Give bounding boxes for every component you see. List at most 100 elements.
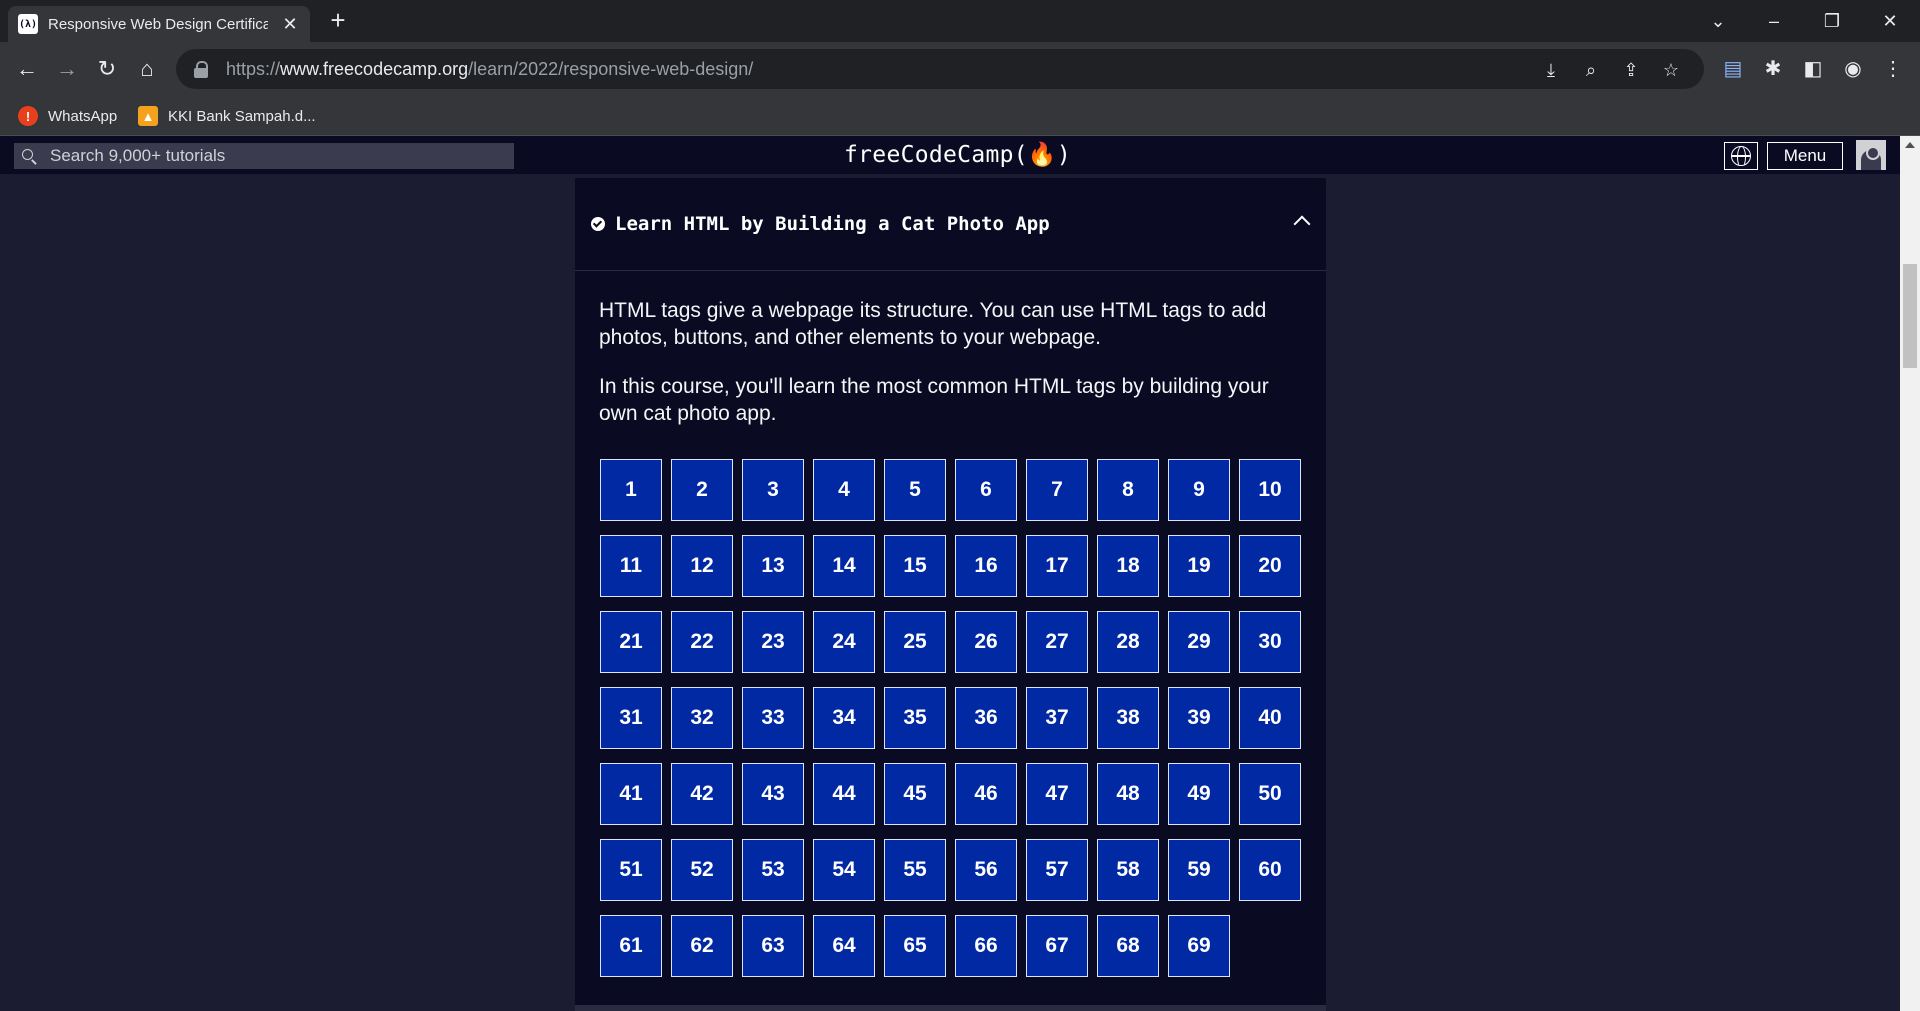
step-button[interactable]: 41: [600, 763, 662, 825]
step-button[interactable]: 24: [813, 611, 875, 673]
step-button[interactable]: 26: [955, 611, 1017, 673]
step-button[interactable]: 12: [671, 535, 733, 597]
step-button[interactable]: 36: [955, 687, 1017, 749]
step-button[interactable]: 9: [1168, 459, 1230, 521]
step-button[interactable]: 65: [884, 915, 946, 977]
scroll-up-arrow-icon[interactable]: [1905, 142, 1915, 148]
step-button[interactable]: 56: [955, 839, 1017, 901]
step-button[interactable]: 20: [1239, 535, 1301, 597]
bookmark-star-icon[interactable]: ☆: [1660, 59, 1682, 81]
chevron-up-icon[interactable]: [1293, 215, 1311, 233]
home-icon[interactable]: ⌂: [132, 54, 162, 84]
step-button[interactable]: 28: [1097, 611, 1159, 673]
step-button[interactable]: 60: [1239, 839, 1301, 901]
step-button[interactable]: 2: [671, 459, 733, 521]
side-panel-icon[interactable]: ◧: [1800, 56, 1826, 82]
step-button[interactable]: 14: [813, 535, 875, 597]
step-button[interactable]: 59: [1168, 839, 1230, 901]
step-button[interactable]: 45: [884, 763, 946, 825]
document-extension-icon[interactable]: ▤: [1720, 56, 1746, 82]
step-button[interactable]: 35: [884, 687, 946, 749]
step-button[interactable]: 52: [671, 839, 733, 901]
restore-icon[interactable]: ❐: [1808, 4, 1856, 38]
step-button[interactable]: 21: [600, 611, 662, 673]
step-button[interactable]: 34: [813, 687, 875, 749]
step-button[interactable]: 7: [1026, 459, 1088, 521]
step-button[interactable]: 19: [1168, 535, 1230, 597]
page-scrollbar[interactable]: [1900, 136, 1920, 1011]
step-button[interactable]: 32: [671, 687, 733, 749]
step-button[interactable]: 44: [813, 763, 875, 825]
language-button[interactable]: [1724, 142, 1758, 170]
bookmark-kki-bank-sampah[interactable]: ▲ KKI Bank Sampah.d...: [138, 105, 316, 127]
bookmark-whatsapp[interactable]: ! WhatsApp: [18, 105, 117, 127]
profile-avatar-icon[interactable]: ◉: [1840, 56, 1866, 82]
step-button[interactable]: 46: [955, 763, 1017, 825]
tab-search-chevron-icon[interactable]: ⌄: [1694, 4, 1742, 38]
step-button[interactable]: 3: [742, 459, 804, 521]
step-button[interactable]: 13: [742, 535, 804, 597]
step-button[interactable]: 22: [671, 611, 733, 673]
install-app-icon[interactable]: ⤓: [1540, 59, 1562, 81]
reload-icon[interactable]: ↻: [92, 54, 122, 84]
step-button[interactable]: 10: [1239, 459, 1301, 521]
step-button[interactable]: 42: [671, 763, 733, 825]
step-button[interactable]: 58: [1097, 839, 1159, 901]
step-button[interactable]: 27: [1026, 611, 1088, 673]
step-button[interactable]: 61: [600, 915, 662, 977]
step-button[interactable]: 11: [600, 535, 662, 597]
user-avatar[interactable]: [1856, 140, 1886, 170]
step-button[interactable]: 68: [1097, 915, 1159, 977]
step-button[interactable]: 55: [884, 839, 946, 901]
step-button[interactable]: 6: [955, 459, 1017, 521]
step-button[interactable]: 50: [1239, 763, 1301, 825]
step-button[interactable]: 33: [742, 687, 804, 749]
step-button[interactable]: 63: [742, 915, 804, 977]
step-button[interactable]: 29: [1168, 611, 1230, 673]
step-button[interactable]: 57: [1026, 839, 1088, 901]
step-button[interactable]: 31: [600, 687, 662, 749]
step-button[interactable]: 18: [1097, 535, 1159, 597]
step-button[interactable]: 43: [742, 763, 804, 825]
step-button[interactable]: 23: [742, 611, 804, 673]
step-button[interactable]: 38: [1097, 687, 1159, 749]
step-button[interactable]: 48: [1097, 763, 1159, 825]
menu-button[interactable]: Menu: [1767, 142, 1843, 170]
step-button[interactable]: 5: [884, 459, 946, 521]
forward-icon[interactable]: →: [52, 54, 82, 84]
step-button[interactable]: 16: [955, 535, 1017, 597]
search-input[interactable]: Search 9,000+ tutorials: [14, 143, 514, 169]
minimize-icon[interactable]: –: [1750, 4, 1798, 38]
step-button[interactable]: 30: [1239, 611, 1301, 673]
address-bar[interactable]: https://www.freecodecamp.org/learn/2022/…: [176, 49, 1704, 89]
step-button[interactable]: 67: [1026, 915, 1088, 977]
share-icon[interactable]: ⇪: [1620, 59, 1642, 81]
chrome-menu-icon[interactable]: ⋮: [1880, 56, 1906, 82]
step-button[interactable]: 53: [742, 839, 804, 901]
browser-tab[interactable]: (λ) Responsive Web Design Certificat ✕: [8, 6, 310, 42]
block-header-toggle[interactable]: Learn HTML by Building a Cat Photo App: [575, 178, 1326, 271]
step-button[interactable]: 66: [955, 915, 1017, 977]
step-button[interactable]: 8: [1097, 459, 1159, 521]
step-button[interactable]: 1: [600, 459, 662, 521]
extensions-icon[interactable]: ✱: [1760, 56, 1786, 82]
step-button[interactable]: 39: [1168, 687, 1230, 749]
back-icon[interactable]: ←: [12, 54, 42, 84]
step-button[interactable]: 51: [600, 839, 662, 901]
step-button[interactable]: 62: [671, 915, 733, 977]
scrollbar-thumb[interactable]: [1903, 264, 1917, 368]
step-button[interactable]: 25: [884, 611, 946, 673]
step-button[interactable]: 69: [1168, 915, 1230, 977]
tab-close-icon[interactable]: ✕: [280, 14, 300, 35]
freecodecamp-logo[interactable]: freeCodeCamp(🔥): [844, 141, 1071, 168]
step-button[interactable]: 15: [884, 535, 946, 597]
step-button[interactable]: 54: [813, 839, 875, 901]
step-button[interactable]: 47: [1026, 763, 1088, 825]
step-button[interactable]: 40: [1239, 687, 1301, 749]
step-button[interactable]: 4: [813, 459, 875, 521]
window-close-icon[interactable]: ✕: [1866, 4, 1914, 38]
step-button[interactable]: 64: [813, 915, 875, 977]
step-button[interactable]: 37: [1026, 687, 1088, 749]
step-button[interactable]: 49: [1168, 763, 1230, 825]
step-button[interactable]: 17: [1026, 535, 1088, 597]
